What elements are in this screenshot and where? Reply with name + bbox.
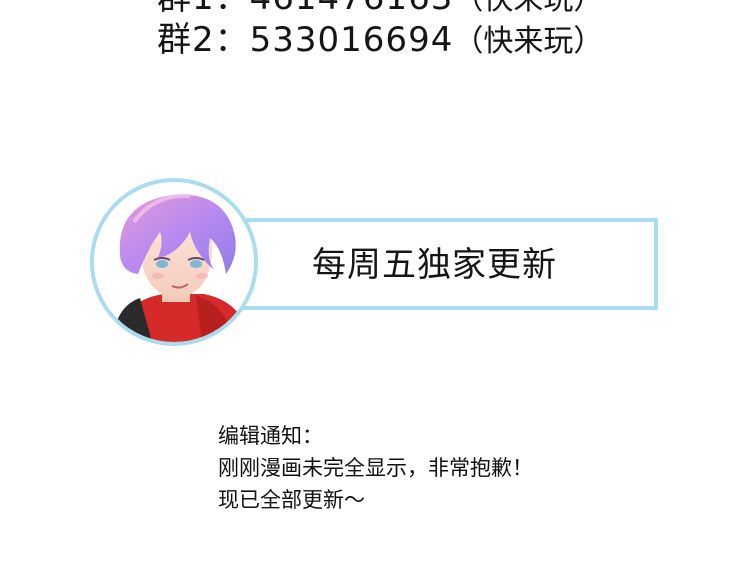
group-line-2: 群2：533016694（快来玩）: [157, 20, 603, 62]
group-label: 群2：: [157, 20, 250, 60]
group-number: 533016694: [249, 20, 454, 60]
group-label: 群1：: [157, 0, 250, 18]
editor-notice: 编辑通知： 刚刚漫画未完全显示，非常抱歉！ 现已全部更新～: [218, 420, 533, 516]
notice-line-1: 刚刚漫画未完全显示，非常抱歉！: [218, 456, 533, 480]
banner-text: 每周五独家更新: [312, 245, 557, 285]
avatar: [90, 178, 258, 346]
notice-title: 编辑通知：: [218, 424, 323, 448]
group-line-1: 群1：461476163（快来玩）: [157, 0, 603, 20]
avatar-character-icon: [94, 182, 254, 342]
notice-line-2: 现已全部更新～: [218, 488, 365, 512]
group-note: （快来玩）: [453, 0, 603, 17]
update-banner: 每周五独家更新: [230, 218, 658, 310]
group-number: 461476163: [250, 0, 454, 18]
group-note: （快来玩）: [453, 24, 604, 59]
